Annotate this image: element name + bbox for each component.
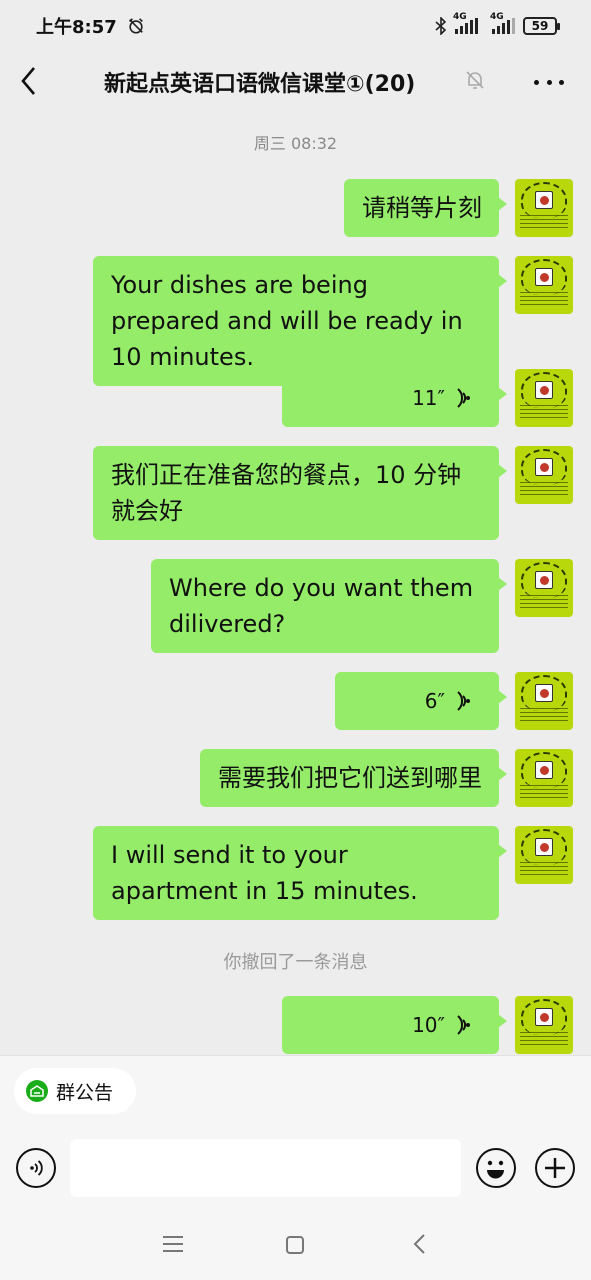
bottom-panel: 群公告 xyxy=(0,1055,591,1210)
signal-icon: 4G xyxy=(453,12,478,34)
message-row: Your dishes are being prepared and will … xyxy=(93,256,573,386)
status-bar: 上午8:57 4G 4G 59 xyxy=(0,0,591,52)
avatar[interactable] xyxy=(515,996,573,1054)
avatar[interactable] xyxy=(515,559,573,617)
more-options-icon[interactable] xyxy=(534,67,564,97)
group-notice-label: 群公告 xyxy=(56,1081,114,1104)
message-timestamp: 周三 08:32 xyxy=(253,134,338,153)
message-row: 11″ xyxy=(282,369,573,427)
home-icon[interactable] xyxy=(286,1236,304,1254)
plus-icon[interactable] xyxy=(535,1148,575,1188)
voice-wave-icon xyxy=(457,691,470,711)
avatar[interactable] xyxy=(515,369,573,427)
recall-notice: 你撤回了一条消息 xyxy=(223,952,368,973)
voice-input-icon[interactable] xyxy=(16,1148,56,1188)
message-input[interactable] xyxy=(70,1139,461,1197)
clock: 上午8:57 xyxy=(36,17,117,38)
avatar[interactable] xyxy=(515,446,573,504)
input-bar xyxy=(0,1136,591,1200)
avatar[interactable] xyxy=(515,672,573,730)
system-navigation-bar xyxy=(0,1210,591,1280)
voice-message[interactable]: 11″ xyxy=(282,369,507,427)
text-message[interactable]: Where do you want them dilivered? xyxy=(151,559,507,653)
alarm-off-icon xyxy=(128,18,143,34)
text-message[interactable]: Your dishes are being prepared and will … xyxy=(93,256,507,386)
emoji-icon[interactable] xyxy=(476,1148,516,1188)
voice-wave-icon xyxy=(457,1015,470,1035)
system-back-icon[interactable] xyxy=(410,1232,430,1256)
text-message[interactable]: 需要我们把它们送到哪里 xyxy=(200,749,507,807)
message-row: Where do you want them dilivered? xyxy=(151,559,573,653)
message-row: 10″ xyxy=(282,996,573,1054)
battery-icon: 59 xyxy=(523,17,560,35)
avatar[interactable] xyxy=(515,749,573,807)
text-message[interactable]: 请稍等片刻 xyxy=(344,179,507,237)
voice-message[interactable]: 6″ xyxy=(335,672,507,730)
avatar[interactable] xyxy=(515,256,573,314)
avatar[interactable] xyxy=(515,826,573,884)
voice-wave-icon xyxy=(457,388,470,408)
message-row: 请稍等片刻 xyxy=(344,179,573,237)
voice-message[interactable]: 10″ xyxy=(282,996,507,1054)
voice-duration: 6″ xyxy=(424,689,445,713)
signal-icon: 4G xyxy=(490,12,515,34)
recent-apps-icon[interactable] xyxy=(163,1236,183,1252)
message-row: 需要我们把它们送到哪里 xyxy=(200,749,573,807)
message-row: I will send it to your apartment in 15 m… xyxy=(93,826,573,920)
text-message[interactable]: I will send it to your apartment in 15 m… xyxy=(93,826,507,920)
announcement-icon xyxy=(26,1080,48,1102)
voice-duration: 10″ xyxy=(412,1013,445,1037)
back-icon[interactable] xyxy=(18,64,42,98)
avatar[interactable] xyxy=(515,179,573,237)
message-row: 6″ xyxy=(335,672,573,730)
message-row: 我们正在准备您的餐点，10 分钟就会好 xyxy=(93,446,573,540)
mute-bell-icon xyxy=(466,71,484,89)
text-message[interactable]: 我们正在准备您的餐点，10 分钟就会好 xyxy=(93,446,507,540)
chat-header: 新起点英语口语微信课堂①(20) xyxy=(0,52,591,110)
bluetooth-icon xyxy=(435,17,447,35)
voice-duration: 11″ xyxy=(412,386,445,410)
chat-title: 新起点英语口语微信课堂①(20) xyxy=(104,72,416,97)
chat-area[interactable]: 周三 08:32 请稍等片刻 Your dishes are being pre… xyxy=(0,110,591,1055)
group-notice-button[interactable]: 群公告 xyxy=(14,1068,136,1114)
